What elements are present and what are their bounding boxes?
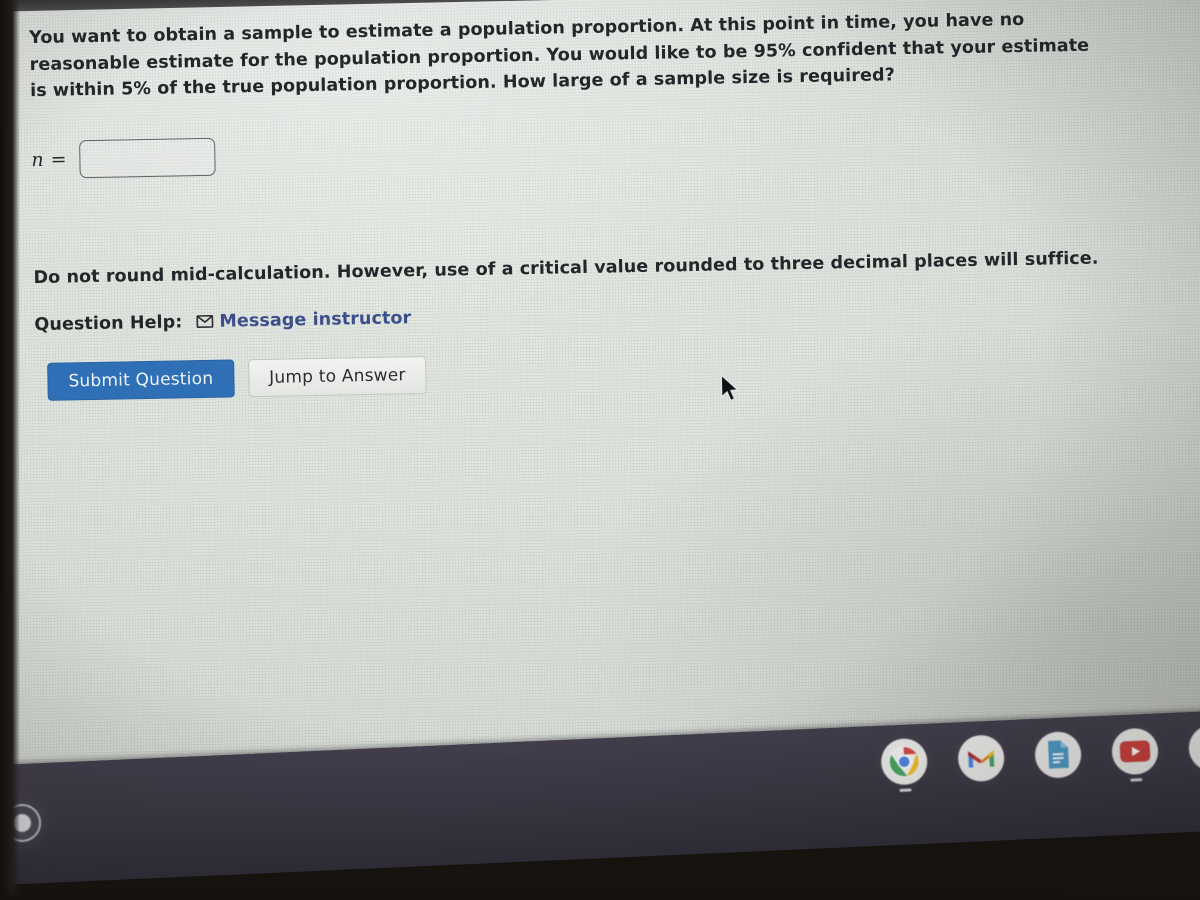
screen-bezel-bottom bbox=[0, 886, 1200, 900]
youtube-running-indicator bbox=[1130, 778, 1143, 782]
question-content-area: You want to obtain a sample to estimate … bbox=[29, 5, 1156, 401]
answer-input-n[interactable] bbox=[78, 137, 216, 178]
envelope-icon bbox=[196, 314, 214, 329]
submit-question-button[interactable]: Submit Question bbox=[47, 358, 235, 401]
message-instructor-link[interactable]: Message instructor bbox=[196, 308, 411, 332]
youtube-icon[interactable] bbox=[1111, 727, 1160, 782]
gmail-icon[interactable] bbox=[957, 734, 1006, 783]
rounding-instruction-text: Do not round mid-calculation. However, u… bbox=[33, 248, 1099, 288]
launcher-button[interactable] bbox=[2, 803, 42, 843]
answer-row: n = bbox=[31, 120, 1152, 179]
chrome-icon[interactable] bbox=[880, 737, 929, 792]
google-docs-icon[interactable] bbox=[1034, 730, 1083, 779]
play-store-icon[interactable] bbox=[1187, 723, 1200, 772]
shelf-app-icons bbox=[880, 723, 1200, 792]
jump-to-answer-button[interactable]: Jump to Answer bbox=[247, 355, 427, 397]
question-prompt-text: You want to obtain a sample to estimate … bbox=[29, 9, 1090, 102]
question-help-row: Question Help: Message instructor bbox=[34, 294, 1154, 335]
variable-label-n: n = bbox=[31, 147, 68, 171]
question-help-label: Question Help: bbox=[34, 311, 183, 335]
action-button-row: Submit Question Jump to Answer bbox=[35, 342, 1156, 401]
chrome-running-indicator bbox=[899, 788, 912, 792]
photo-of-laptop-screen: You want to obtain a sample to estimate … bbox=[0, 0, 1200, 900]
laptop-screen: You want to obtain a sample to estimate … bbox=[0, 0, 1200, 887]
message-instructor-label: Message instructor bbox=[219, 307, 412, 332]
chromeos-shelf bbox=[0, 709, 1200, 887]
